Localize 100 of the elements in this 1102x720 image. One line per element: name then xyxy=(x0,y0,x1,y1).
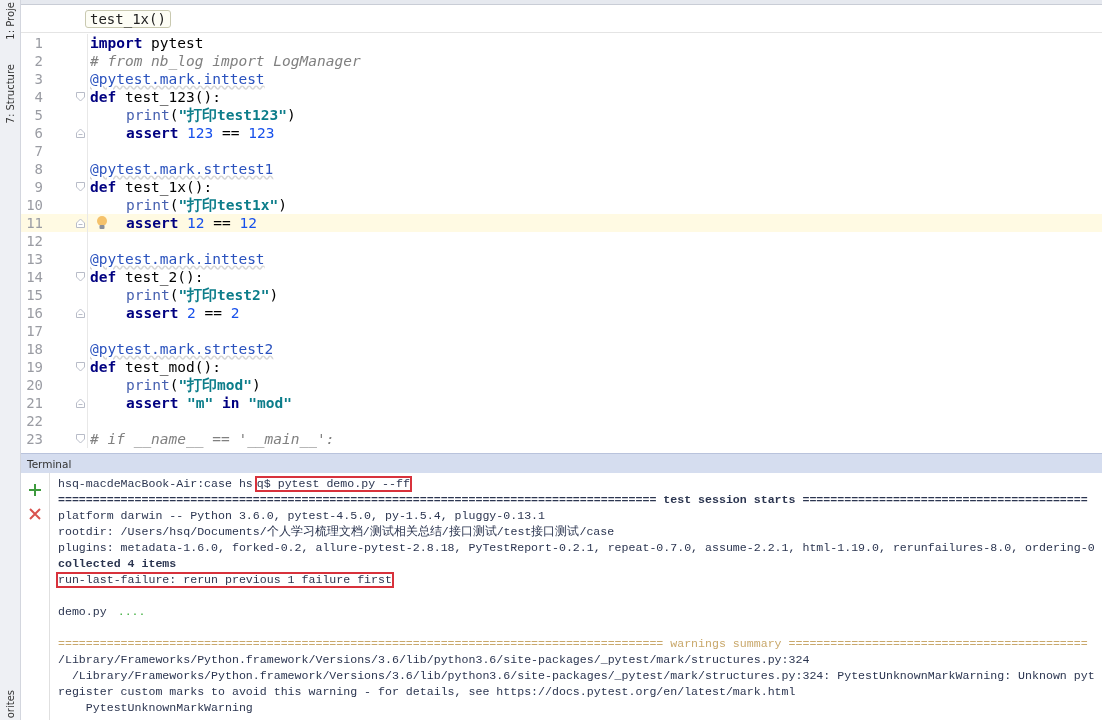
code-text: == xyxy=(212,214,232,232)
builtin-name: print xyxy=(126,376,170,394)
close-icon[interactable] xyxy=(28,507,42,521)
fold-icon[interactable] xyxy=(75,182,85,192)
code-text: == xyxy=(221,124,241,142)
decorator: @pytest.mark.strtest2 xyxy=(90,340,274,358)
terminal-output: register custom marks to avoid this warning - for details, see https://docs.pytest.org/en/latest/mark.html xyxy=(57,684,797,700)
tool-window-tab[interactable]: orites xyxy=(4,687,16,720)
number-literal: 123 xyxy=(186,124,214,142)
terminal-output: /Library/Frameworks/Python.framework/Versions/3.6/lib/python3.6/site-packages/_pytest/mark/structures.py:324 xyxy=(57,652,811,668)
terminal-output: PytestUnknownMarkWarning xyxy=(84,700,254,716)
number-literal: 2 xyxy=(186,304,196,322)
fold-icon[interactable] xyxy=(75,434,85,444)
fold-end-icon[interactable] xyxy=(75,308,85,318)
terminal-output: plugins: metadata-1.6.0, forked-0.2, allure-pytest-2.8.18, PyTestReport-0.2.1, repeat-0.7.0, assume-2.2.1, html-1.19.0, rerunfailures-8.0, ordering-0 xyxy=(57,540,1096,556)
line-number: 6 xyxy=(33,124,43,142)
line-number: 5 xyxy=(33,106,43,124)
terminal-output: ====================================================================================== test session starts ========================================= xyxy=(57,492,1089,508)
panel-title: Terminal xyxy=(27,457,72,470)
line-number: 19 xyxy=(25,358,43,376)
decorator: @pytest.mark.inttest xyxy=(90,70,265,88)
line-number: 2 xyxy=(33,52,43,70)
keyword: assert xyxy=(126,124,179,142)
terminal-output: hsq-macdeMacBook-Air:case hs xyxy=(57,476,254,492)
string-literal: "打印test1x" xyxy=(178,196,279,214)
breadcrumb[interactable]: test_1x() xyxy=(85,9,171,28)
string-literal: "打印test123" xyxy=(178,106,287,124)
code-text: ) xyxy=(286,106,296,124)
string-literal: "mod" xyxy=(247,394,292,412)
line-number: 8 xyxy=(33,160,43,178)
string-literal: "打印mod" xyxy=(178,376,253,394)
number-literal: 123 xyxy=(248,124,275,142)
terminal-output: demo.py xyxy=(57,604,108,620)
line-number: 1 xyxy=(33,34,43,52)
highlighted-output: run-last-failure: rerun previous 1 failure first xyxy=(56,572,394,588)
add-icon[interactable] xyxy=(28,483,42,497)
code-text: test_2(): xyxy=(123,268,204,286)
terminal-output: .... xyxy=(116,604,147,620)
decorator: @pytest.mark.strtest1 xyxy=(90,160,274,178)
code-text: ) xyxy=(269,286,279,304)
line-number: 23 xyxy=(25,430,43,448)
line-number: 17 xyxy=(25,322,43,340)
fold-icon[interactable] xyxy=(75,362,85,372)
keyword: import xyxy=(90,34,143,52)
builtin-name: print xyxy=(126,196,170,214)
line-number: 22 xyxy=(25,412,43,430)
string-literal: "m" xyxy=(186,394,214,412)
code-text: test_123(): xyxy=(123,88,221,106)
code-text: ) xyxy=(252,376,261,394)
line-number: 14 xyxy=(25,268,43,286)
code-text: ( xyxy=(169,106,179,124)
line-number: 20 xyxy=(25,376,43,394)
keyword: in xyxy=(221,394,240,412)
tool-window-tab[interactable]: 1: Proje xyxy=(4,0,16,42)
terminal-output: rootdir: /Users/hsq/Documents/个人学习梳理文档/测试相关总结/接口测试/test接口测试/case xyxy=(57,524,616,540)
keyword: assert xyxy=(126,214,179,232)
line-number: 16 xyxy=(25,304,43,322)
keyword: def xyxy=(90,178,117,196)
code-text: test_1x(): xyxy=(123,178,213,196)
code-text: ) xyxy=(278,196,287,214)
fold-icon[interactable] xyxy=(75,272,85,282)
fold-end-icon[interactable] xyxy=(75,218,85,228)
keyword: def xyxy=(90,268,117,286)
line-number: 21 xyxy=(25,394,43,412)
tool-window-tab[interactable]: 7: Structure xyxy=(4,61,16,126)
code-text: pytest xyxy=(150,34,204,52)
builtin-name: print xyxy=(126,286,170,304)
fold-end-icon[interactable] xyxy=(75,128,85,138)
number-literal: 12 xyxy=(186,214,205,232)
keyword: assert xyxy=(126,304,179,322)
line-number: 7 xyxy=(33,142,43,160)
terminal-output: /Library/Frameworks/Python.framework/Versions/3.6/lib/python3.6/site-packages/_pytest/mark/structures.py:324: PytestUnknownMarkWarning: Unknown pyt xyxy=(70,668,1096,684)
code-text: test_mod(): xyxy=(123,358,221,376)
line-number: 18 xyxy=(25,340,43,358)
line-number: 11 xyxy=(25,214,43,232)
line-number: 4 xyxy=(33,88,43,106)
code-comment: # from nb_log import LogManager xyxy=(90,52,361,70)
builtin-name: print xyxy=(126,106,170,124)
code-text: == xyxy=(203,304,224,322)
line-number: 3 xyxy=(33,70,43,88)
keyword: assert xyxy=(126,394,179,412)
code-text: ( xyxy=(169,286,179,304)
decorator: @pytest.mark.inttest xyxy=(90,250,265,268)
fold-end-icon[interactable] xyxy=(75,398,85,408)
terminal-output: collected 4 items xyxy=(57,556,178,572)
code-text: ( xyxy=(169,196,179,214)
terminal-output: platform darwin -- Python 3.6.0, pytest-4.5.0, py-1.5.4, pluggy-0.13.1 xyxy=(57,508,547,524)
number-literal: 12 xyxy=(239,214,257,232)
string-literal: "打印test2" xyxy=(178,286,270,304)
line-number: 13 xyxy=(25,250,43,268)
number-literal: 2 xyxy=(230,304,240,322)
code-text: ( xyxy=(169,376,179,394)
line-number: 10 xyxy=(25,196,43,214)
fold-icon[interactable] xyxy=(75,92,85,102)
line-number: 12 xyxy=(25,232,43,250)
keyword: def xyxy=(90,358,117,376)
line-number: 9 xyxy=(33,178,43,196)
lightbulb-icon[interactable] xyxy=(96,215,108,231)
code-comment: # if __name__ == '__main__': xyxy=(90,430,335,448)
terminal-output: ======================================================================================= warnings summary =========================================== xyxy=(57,636,1089,652)
